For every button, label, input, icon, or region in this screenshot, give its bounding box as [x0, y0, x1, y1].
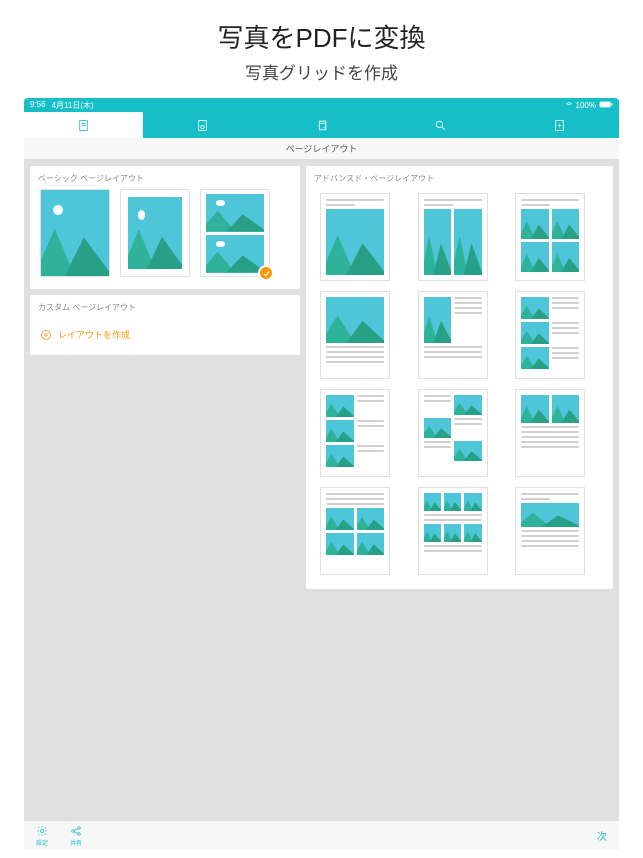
selected-check-icon	[258, 265, 274, 281]
tab-search[interactable]	[381, 112, 500, 138]
adv-layout-5[interactable]	[418, 291, 488, 379]
basic-title: ベーシック ページレイアウト	[30, 166, 300, 189]
adv-layout-10[interactable]	[320, 487, 390, 575]
advanced-layouts-panel: アドバンスド・ページレイアウト	[306, 166, 613, 589]
page-title: ページレイアウト	[24, 138, 619, 160]
marketing-subtitle: 写真グリッドを作成	[0, 59, 643, 84]
adv-layout-7[interactable]	[320, 389, 390, 477]
basic-layout-2[interactable]	[120, 189, 190, 277]
adv-layout-12[interactable]	[515, 487, 585, 575]
next-button[interactable]: 次	[597, 828, 607, 843]
wifi-icon	[565, 100, 573, 110]
tab-settings-doc[interactable]	[143, 112, 262, 138]
battery-icon	[599, 101, 613, 110]
create-layout-button[interactable]: レイアウトを作成	[30, 318, 300, 355]
custom-title: カスタム ページレイアウト	[30, 295, 300, 318]
basic-layout-1[interactable]	[40, 189, 110, 277]
tab-add-doc[interactable]	[500, 112, 619, 138]
bottom-toolbar: 設定 共有 次	[24, 820, 619, 850]
status-time: 9:56	[30, 100, 46, 111]
device-frame: 9:56 4月11日(木) 100% ページレイアウト ベーシック ページレイア…	[24, 98, 619, 850]
adv-layout-11[interactable]	[418, 487, 488, 575]
gear-icon	[36, 825, 48, 837]
content-area: ベーシック ページレイアウト カスタム ページレイアウト レイアウトを作成 アド…	[24, 160, 619, 820]
battery-text: 100%	[576, 101, 596, 110]
status-date: 4月11日(木)	[52, 100, 94, 111]
share-button[interactable]: 共有	[70, 825, 82, 847]
settings-label: 設定	[36, 838, 48, 847]
share-icon	[70, 825, 82, 837]
basic-layouts-panel: ベーシック ページレイアウト	[30, 166, 300, 289]
custom-layouts-panel: カスタム ページレイアウト レイアウトを作成	[30, 295, 300, 355]
adv-layout-2[interactable]	[418, 193, 488, 281]
top-tabs	[24, 112, 619, 138]
adv-layout-4[interactable]	[320, 291, 390, 379]
adv-layout-8[interactable]	[418, 389, 488, 477]
basic-layout-3[interactable]	[200, 189, 270, 277]
adv-layout-3[interactable]	[515, 193, 585, 281]
marketing-title: 写真をPDFに変換	[0, 18, 643, 55]
tab-layout[interactable]	[24, 112, 143, 138]
adv-layout-1[interactable]	[320, 193, 390, 281]
adv-layout-9[interactable]	[515, 389, 585, 477]
tab-copy[interactable]	[262, 112, 381, 138]
share-label: 共有	[70, 838, 82, 847]
plus-circle-icon	[40, 329, 52, 341]
create-layout-label: レイアウトを作成	[58, 328, 130, 341]
adv-layout-6[interactable]	[515, 291, 585, 379]
advanced-title: アドバンスド・ページレイアウト	[306, 166, 613, 189]
settings-button[interactable]: 設定	[36, 825, 48, 847]
status-bar: 9:56 4月11日(木) 100%	[24, 98, 619, 112]
